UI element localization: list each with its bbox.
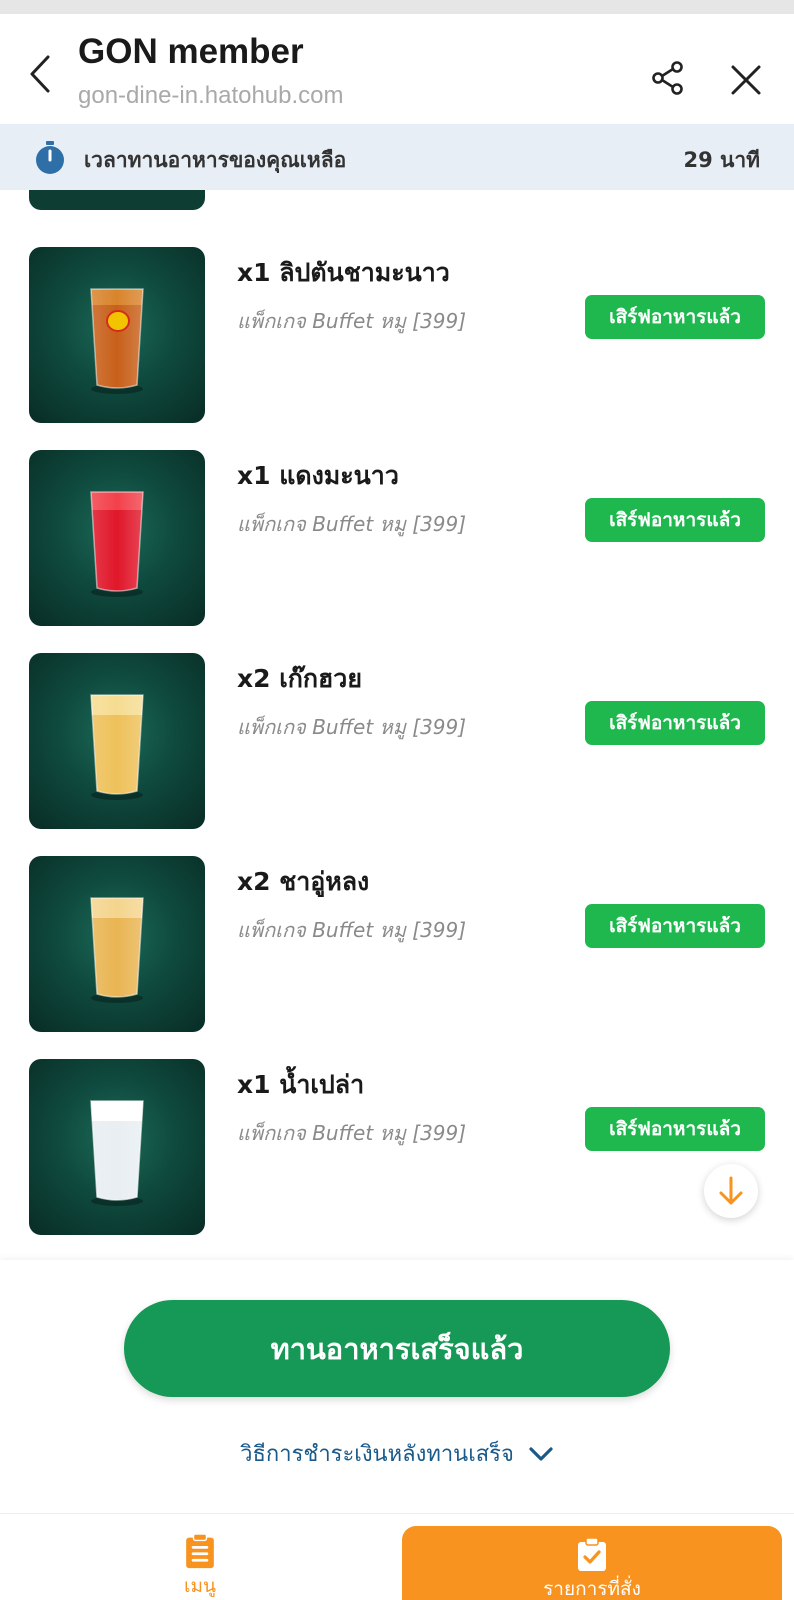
order-item: x1 แดงมะนาว แพ็กเกจ Buffet หมู [399] เสิ… — [0, 450, 794, 626]
order-item: x1 ลิปตันชามะนาว แพ็กเกจ Buffet หมู [399… — [0, 247, 794, 423]
item-name: x1 ลิปตันชามะนาว — [237, 258, 450, 287]
status-badge: เสิร์ฟอาหารแล้ว — [585, 904, 765, 948]
close-button[interactable] — [724, 58, 768, 102]
nav-menu-tab[interactable]: เมนู — [0, 1514, 400, 1600]
nav-menu-label: เมนู — [183, 1575, 216, 1597]
status-badge: เสิร์ฟอาหารแล้ว — [585, 1107, 765, 1151]
clipboard-check-icon — [578, 1538, 606, 1571]
status-badge: เสิร์ฟอาหารแล้ว — [585, 701, 765, 745]
timer-value: 29 นาที — [683, 148, 760, 172]
page-title: GON member — [78, 32, 304, 71]
nav-orders-tab[interactable]: รายการที่สั่ง — [402, 1526, 782, 1600]
order-list[interactable]: x1 ลิปตันชามะนาว แพ็กเกจ Buffet หมู [399… — [0, 190, 794, 1260]
partial-item-image — [29, 190, 205, 210]
payment-method-toggle[interactable]: วิธีการชำระเงินหลังทานเสร็จ — [0, 1436, 794, 1471]
close-icon — [731, 65, 761, 95]
item-package: แพ็กเกจ Buffet หมู [399] — [237, 918, 467, 942]
back-button[interactable] — [22, 48, 58, 100]
drink-image — [29, 247, 205, 423]
item-package: แพ็กเกจ Buffet หมู [399] — [237, 715, 467, 739]
drink-image — [29, 856, 205, 1032]
item-package: แพ็กเกจ Buffet หมู [399] — [237, 309, 467, 333]
chevron-left-icon — [30, 55, 50, 93]
share-icon — [652, 61, 683, 95]
order-item: x2 เก๊กฮวย แพ็กเกจ Buffet หมู [399] เสิร… — [0, 653, 794, 829]
item-name: x1 แดงมะนาว — [237, 461, 399, 490]
chevron-down-icon — [529, 1446, 553, 1461]
drink-image — [29, 653, 205, 829]
item-package: แพ็กเกจ Buffet หมู [399] — [237, 1121, 467, 1145]
share-button[interactable] — [646, 56, 690, 100]
bottom-nav: เมนู รายการที่สั่ง — [0, 1513, 794, 1600]
nav-orders-label: รายการที่สั่ง — [543, 1578, 641, 1600]
timer-bar: เวลาทานอาหารของคุณเหลือ 29 นาที — [0, 124, 794, 190]
timer-label: เวลาทานอาหารของคุณเหลือ — [84, 148, 347, 172]
bottom-actions: ทานอาหารเสร็จแล้ว วิธีการชำระเงินหลังทาน… — [0, 1260, 794, 1513]
finish-meal-button[interactable]: ทานอาหารเสร็จแล้ว — [124, 1300, 670, 1397]
page-url: gon-dine-in.hatohub.com — [78, 82, 344, 109]
order-item: x2 ชาอู่หลง แพ็กเกจ Buffet หมู [399] เสิ… — [0, 856, 794, 1032]
clipboard-list-icon — [186, 1534, 214, 1569]
payment-method-label: วิธีการชำระเงินหลังทานเสร็จ — [240, 1442, 514, 1467]
order-item: x1 น้ำเปล่า แพ็กเกจ Buffet หมู [399] เสิ… — [0, 1059, 794, 1235]
scroll-down-button[interactable] — [704, 1164, 758, 1218]
item-name: x1 น้ำเปล่า — [237, 1070, 365, 1099]
item-name: x2 ชาอู่หลง — [237, 867, 370, 896]
item-name: x2 เก๊กฮวย — [237, 664, 362, 693]
item-package: แพ็กเกจ Buffet หมู [399] — [237, 512, 467, 536]
status-badge: เสิร์ฟอาหารแล้ว — [585, 498, 765, 542]
drink-image — [29, 450, 205, 626]
arrow-down-icon — [719, 1176, 743, 1205]
status-strip — [0, 0, 794, 14]
drink-image — [29, 1059, 205, 1235]
status-badge: เสิร์ฟอาหารแล้ว — [585, 295, 765, 339]
stopwatch-icon — [36, 141, 64, 174]
app-header: GON member gon-dine-in.hatohub.com — [0, 14, 794, 124]
